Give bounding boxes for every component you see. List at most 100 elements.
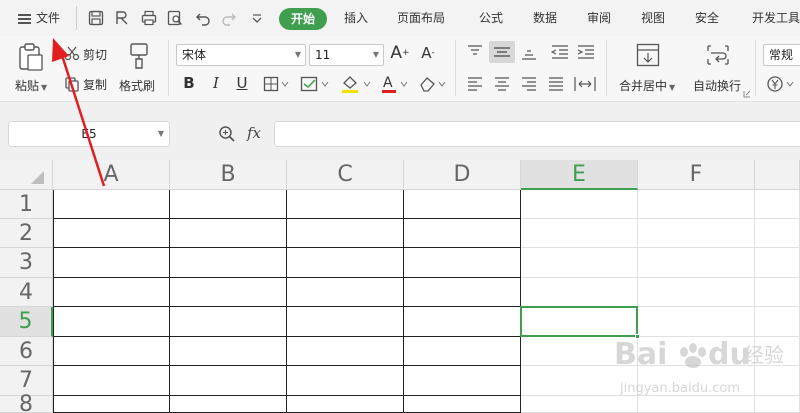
cell-d7[interactable] bbox=[404, 366, 521, 396]
row-header-4[interactable]: 4 bbox=[0, 278, 53, 307]
cell-c7[interactable] bbox=[287, 366, 404, 396]
alignment-dialog-launcher-icon[interactable] bbox=[743, 90, 751, 98]
align-right-icon[interactable] bbox=[521, 77, 537, 91]
undo-icon[interactable] bbox=[194, 9, 212, 27]
copy-button[interactable]: 复制 bbox=[83, 76, 107, 93]
row-header-3[interactable]: 3 bbox=[0, 248, 53, 278]
formula-input[interactable] bbox=[274, 121, 800, 147]
cell-d4[interactable] bbox=[404, 278, 521, 307]
align-top-icon[interactable] bbox=[467, 45, 483, 59]
decrease-indent-icon[interactable] bbox=[551, 44, 569, 60]
distributed-align-icon[interactable] bbox=[574, 76, 596, 92]
cell-c8[interactable] bbox=[287, 396, 404, 413]
name-box[interactable]: E5 ▼ bbox=[8, 121, 170, 147]
output-pdf-icon[interactable] bbox=[113, 9, 131, 27]
align-center-icon[interactable] bbox=[494, 77, 510, 91]
cell-f2[interactable] bbox=[638, 219, 755, 248]
cell-d5[interactable] bbox=[404, 307, 521, 337]
format-painter-icon[interactable] bbox=[128, 42, 150, 70]
cell-b5[interactable] bbox=[170, 307, 287, 337]
paste-button[interactable]: 粘贴 ▼ bbox=[15, 77, 47, 94]
align-left-icon[interactable] bbox=[467, 77, 483, 91]
row-header-5[interactable]: 5 bbox=[0, 307, 53, 337]
cell-g1[interactable] bbox=[755, 190, 800, 219]
font-size-select[interactable]: 11 ▼ bbox=[309, 44, 384, 66]
copy-icon[interactable] bbox=[64, 76, 80, 92]
tab-insert[interactable]: 插入 bbox=[344, 0, 368, 36]
row-header-2[interactable]: 2 bbox=[0, 219, 53, 248]
tab-developer[interactable]: 开发工具 bbox=[752, 0, 800, 36]
font-name-select[interactable]: 宋体 ▼ bbox=[176, 44, 306, 66]
cell-d3[interactable] bbox=[404, 248, 521, 278]
fill-color-icon[interactable] bbox=[340, 74, 372, 94]
cut-button[interactable]: 剪切 bbox=[83, 46, 107, 63]
cell-d6[interactable] bbox=[404, 337, 521, 366]
font-color-icon[interactable]: A bbox=[380, 74, 410, 94]
format-painter-button[interactable]: 格式刷 bbox=[119, 77, 155, 94]
column-header-b[interactable]: B bbox=[170, 160, 287, 190]
wrap-text-button[interactable]: 自动换行 bbox=[693, 77, 741, 94]
cell-c4[interactable] bbox=[287, 278, 404, 307]
wrap-text-icon[interactable] bbox=[706, 43, 730, 67]
cell-a8[interactable] bbox=[53, 396, 170, 413]
column-header-c[interactable]: C bbox=[287, 160, 404, 190]
merge-center-button[interactable]: 合并居中 ▼ bbox=[619, 77, 675, 94]
tab-view[interactable]: 视图 bbox=[641, 0, 665, 36]
cell-b6[interactable] bbox=[170, 337, 287, 366]
cell-d1[interactable] bbox=[404, 190, 521, 219]
cell-b4[interactable] bbox=[170, 278, 287, 307]
align-bottom-icon[interactable] bbox=[521, 46, 537, 60]
cell-b8[interactable] bbox=[170, 396, 287, 413]
cell-b1[interactable] bbox=[170, 190, 287, 219]
column-header-f[interactable]: F bbox=[638, 160, 755, 190]
cell-b7[interactable] bbox=[170, 366, 287, 396]
italic-button[interactable]: I bbox=[207, 73, 225, 93]
row-header-1[interactable]: 1 bbox=[0, 190, 53, 219]
paste-icon[interactable] bbox=[17, 42, 45, 72]
number-format-select[interactable]: 常规 bbox=[763, 44, 800, 66]
underline-button[interactable]: U bbox=[233, 73, 251, 93]
cell-g3[interactable] bbox=[755, 248, 800, 278]
cut-icon[interactable] bbox=[64, 45, 80, 61]
column-header-e[interactable]: E bbox=[521, 160, 638, 190]
cell-a1[interactable] bbox=[53, 190, 170, 219]
cell-f3[interactable] bbox=[638, 248, 755, 278]
cell-c3[interactable] bbox=[287, 248, 404, 278]
cell-a4[interactable] bbox=[53, 278, 170, 307]
cell-d2[interactable] bbox=[404, 219, 521, 248]
cell-f1[interactable] bbox=[638, 190, 755, 219]
column-header-a[interactable]: A bbox=[53, 160, 170, 190]
column-header-d[interactable]: D bbox=[404, 160, 521, 190]
cell-a2[interactable] bbox=[53, 219, 170, 248]
increase-indent-icon[interactable] bbox=[577, 44, 595, 60]
cell-e1[interactable] bbox=[521, 190, 638, 219]
file-menu[interactable]: 文件 bbox=[18, 0, 60, 36]
cell-c1[interactable] bbox=[287, 190, 404, 219]
clear-icon[interactable] bbox=[418, 75, 448, 93]
row-header-8[interactable]: 8 bbox=[0, 394, 53, 413]
cell-e3[interactable] bbox=[521, 248, 638, 278]
print-preview-icon[interactable] bbox=[166, 9, 184, 27]
cell-c2[interactable] bbox=[287, 219, 404, 248]
insert-function-button[interactable]: fx bbox=[247, 124, 261, 142]
increase-font-size-button[interactable]: A+ bbox=[390, 43, 410, 63]
print-icon[interactable] bbox=[140, 9, 158, 27]
currency-icon[interactable] bbox=[766, 75, 800, 93]
tab-formulas[interactable]: 公式 bbox=[479, 0, 503, 36]
bold-button[interactable]: B bbox=[180, 73, 198, 93]
zoom-search-icon[interactable] bbox=[218, 125, 236, 143]
borders-icon[interactable] bbox=[263, 76, 289, 92]
cell-e4[interactable] bbox=[521, 278, 638, 307]
tab-security[interactable]: 安全 bbox=[695, 0, 719, 36]
cell-c5[interactable] bbox=[287, 307, 404, 337]
tab-page-layout[interactable]: 页面布局 bbox=[397, 0, 445, 36]
justify-icon[interactable] bbox=[548, 77, 564, 91]
fill-pattern-icon[interactable] bbox=[300, 76, 330, 92]
select-all-corner[interactable] bbox=[0, 160, 53, 190]
merge-center-icon[interactable] bbox=[636, 43, 660, 67]
cell-a7[interactable] bbox=[53, 366, 170, 396]
decrease-font-size-button[interactable]: A- bbox=[418, 43, 438, 63]
row-header-6[interactable]: 6 bbox=[0, 337, 53, 366]
align-middle-icon[interactable] bbox=[489, 41, 515, 63]
save-icon[interactable] bbox=[87, 9, 105, 27]
